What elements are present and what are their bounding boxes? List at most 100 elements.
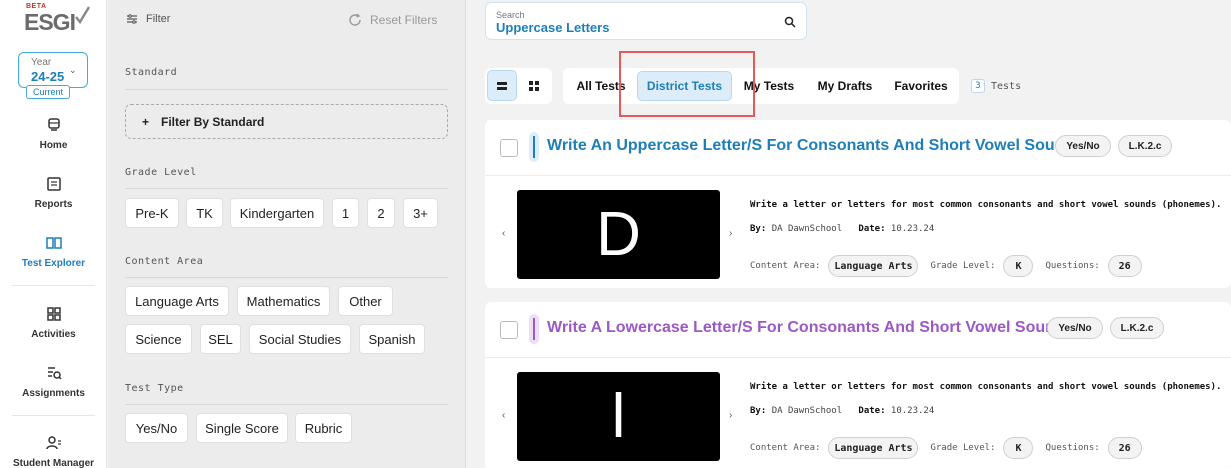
prev-arrow-icon[interactable]: ‹ bbox=[502, 228, 505, 239]
grade-chip[interactable]: Pre-K bbox=[125, 198, 179, 228]
filter-title: Filter bbox=[146, 13, 171, 25]
author: DA DawnSchool bbox=[771, 224, 843, 234]
esgi-logo[interactable]: BETA ESGI bbox=[24, 3, 90, 35]
book-icon bbox=[45, 237, 62, 249]
content-chip[interactable]: Other bbox=[338, 286, 393, 316]
filter-icon bbox=[127, 14, 137, 24]
filter-by-standard-button[interactable]: + Filter By Standard bbox=[125, 104, 448, 139]
questions-badge: 26 bbox=[1107, 255, 1142, 277]
next-arrow-icon[interactable]: › bbox=[729, 410, 732, 421]
nav-item-home[interactable]: Home bbox=[0, 116, 107, 151]
test-checkbox[interactable] bbox=[500, 139, 518, 157]
nav-item-test-explorer[interactable]: Test Explorer bbox=[0, 234, 107, 269]
tab-favorites[interactable]: Favorites bbox=[889, 71, 953, 101]
grade-chip[interactable]: 2 bbox=[367, 198, 395, 228]
content-chip[interactable]: SEL bbox=[200, 324, 241, 354]
year-selector[interactable]: Year 24-25 ⌄ Current bbox=[18, 52, 88, 99]
author: DA DawnSchool bbox=[771, 406, 843, 416]
divider bbox=[125, 188, 448, 189]
nav-item-activities[interactable]: Activities bbox=[0, 305, 107, 340]
search-label: Search bbox=[496, 10, 525, 20]
divider bbox=[125, 277, 448, 278]
test-author-date: By: DA DawnSchool Date: 10.23.24 bbox=[750, 224, 934, 234]
content-chip[interactable]: Social Studies bbox=[249, 324, 351, 354]
nav-label: Activities bbox=[31, 329, 76, 340]
test-type-title: Test Type bbox=[125, 383, 184, 394]
divider bbox=[125, 89, 448, 90]
search-input[interactable]: Uppercase Letters bbox=[496, 20, 609, 35]
search-icon[interactable] bbox=[784, 16, 796, 28]
grade-chip[interactable]: 1 bbox=[332, 198, 359, 228]
by-label: By: bbox=[750, 224, 767, 234]
test-title[interactable]: Write An Uppercase Letter/S For Consonan… bbox=[547, 137, 1083, 155]
year-value: 24-25 bbox=[31, 69, 65, 84]
divider bbox=[125, 404, 448, 405]
nav-item-student-manager[interactable]: Student Manager bbox=[0, 434, 107, 468]
chevron-down-icon: ⌄ bbox=[69, 65, 77, 75]
grade-chip[interactable]: Kindergarten bbox=[230, 198, 324, 228]
logo-text: ESGI bbox=[24, 9, 76, 35]
view-toggle bbox=[485, 68, 552, 104]
tab-my-drafts[interactable]: My Drafts bbox=[811, 71, 879, 101]
nav-item-assignments[interactable]: Assignments bbox=[0, 364, 107, 399]
logo-check-icon bbox=[75, 6, 90, 25]
grade-level-title: Grade Level bbox=[125, 167, 197, 178]
grade-badge: K bbox=[1003, 437, 1034, 459]
tests-count-label: Tests bbox=[991, 80, 1022, 92]
grid-view-icon bbox=[529, 80, 539, 91]
questions-label: Questions: bbox=[1045, 443, 1100, 453]
refresh-icon bbox=[349, 13, 361, 26]
standard-badge: L.K.2.c bbox=[1110, 317, 1164, 339]
test-type-badge: Yes/No bbox=[1055, 135, 1111, 157]
type-chip[interactable]: Yes/No bbox=[125, 413, 188, 443]
date-label: Date: bbox=[858, 224, 886, 234]
filter-by-standard-label: Filter By Standard bbox=[161, 114, 265, 129]
prev-arrow-icon[interactable]: ‹ bbox=[502, 410, 505, 421]
grade-chip[interactable]: 3+ bbox=[403, 198, 438, 228]
test-card[interactable]: Write An Uppercase Letter/S For Consonan… bbox=[485, 120, 1231, 288]
nav-item-reports[interactable]: Reports bbox=[0, 175, 107, 210]
tests-count-number: 3 bbox=[971, 79, 985, 93]
nav-label: Home bbox=[39, 140, 68, 151]
current-badge: Current bbox=[26, 85, 70, 99]
test-card-header: Write A Lowercase Letter/S For Consonant… bbox=[485, 302, 1231, 358]
date: 10.23.24 bbox=[890, 224, 935, 234]
grade-level-label: Grade Level: bbox=[930, 261, 996, 271]
grid-view-button[interactable] bbox=[519, 70, 549, 101]
filter-panel: Filter Reset Filters Standard + Filter B… bbox=[108, 0, 466, 468]
content-chip[interactable]: Spanish bbox=[359, 324, 425, 354]
content-chip[interactable]: Language Arts bbox=[125, 286, 229, 316]
by-label: By: bbox=[750, 406, 767, 416]
grade-chip[interactable]: TK bbox=[186, 198, 223, 228]
highlight-box bbox=[619, 51, 755, 117]
test-card[interactable]: Write A Lowercase Letter/S For Consonant… bbox=[485, 302, 1231, 468]
search-box[interactable]: Search Uppercase Letters bbox=[485, 2, 807, 40]
content-chip[interactable]: Mathematics bbox=[237, 286, 330, 316]
content-chip[interactable]: Science bbox=[125, 324, 192, 354]
content-area-badge: Language Arts bbox=[828, 255, 919, 277]
test-checkbox[interactable] bbox=[500, 321, 518, 339]
content-area-badge: Language Arts bbox=[828, 437, 919, 459]
grid-icon bbox=[46, 307, 61, 321]
test-meta: Content Area: Language Arts Grade Level:… bbox=[750, 255, 1142, 277]
reset-filters-button[interactable]: Reset Filters bbox=[348, 13, 437, 27]
type-chip[interactable]: Single Score bbox=[196, 413, 288, 443]
reset-label: Reset Filters bbox=[370, 13, 438, 27]
questions-badge: 26 bbox=[1107, 437, 1142, 459]
test-thumbnail: D bbox=[517, 190, 720, 279]
test-author-date: By: DA DawnSchool Date: 10.23.24 bbox=[750, 406, 934, 416]
reports-icon bbox=[46, 177, 61, 191]
nav-divider bbox=[12, 415, 95, 416]
list-view-button[interactable] bbox=[487, 70, 517, 101]
tests-count: 3 Tests bbox=[971, 79, 1021, 93]
test-description: Write a letter or letters for most commo… bbox=[750, 382, 1222, 392]
year-label: Year bbox=[31, 57, 52, 68]
type-chip[interactable]: Rubric bbox=[295, 413, 352, 443]
test-title[interactable]: Write A Lowercase Letter/S For Consonant… bbox=[547, 319, 1074, 337]
next-arrow-icon[interactable]: › bbox=[729, 228, 732, 239]
test-meta: Content Area: Language Arts Grade Level:… bbox=[750, 437, 1142, 459]
test-thumbnail: l bbox=[517, 372, 720, 461]
grade-level-label: Grade Level: bbox=[930, 443, 996, 453]
filter-header: Filter bbox=[126, 13, 170, 25]
list-search-icon bbox=[47, 367, 62, 380]
